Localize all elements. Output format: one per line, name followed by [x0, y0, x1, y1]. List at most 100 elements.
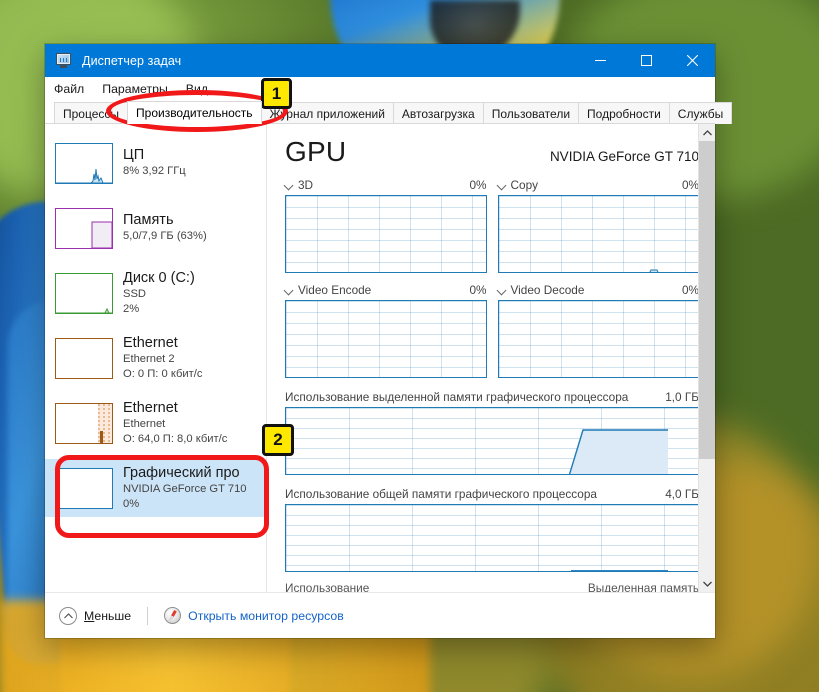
- engine-3d-graph: [285, 195, 487, 273]
- menu-item-file[interactable]: Файл: [54, 82, 84, 96]
- sidebar-item-title: Ethernet: [123, 334, 178, 351]
- open-resource-monitor-link[interactable]: Открыть монитор ресурсов: [164, 607, 344, 624]
- engine-video-decode-label: Video Decode 0%: [498, 283, 700, 297]
- tab-startup[interactable]: Автозагрузка: [392, 102, 484, 124]
- engine-copy: Copy 0%: [497, 178, 700, 273]
- scrollbar-thumb[interactable]: [699, 141, 715, 459]
- sidebar-item-sub2: О: 0 П: 0 кбит/с: [123, 367, 203, 380]
- content-area: ЦП 8% 3,92 ГГц Память 5,0/7,9 ГБ (63%) Д…: [45, 124, 715, 592]
- engine-video-decode: Video Decode 0%: [497, 283, 700, 378]
- scroll-up-arrow-icon[interactable]: [699, 124, 715, 141]
- engine-3d-label: 3D 0%: [285, 178, 487, 192]
- sidebar-item-text: ЦП 8% 3,92 ГГц: [123, 147, 186, 179]
- gpu-header: GPU NVIDIA GeForce GT 710: [285, 136, 699, 168]
- menu-item-options[interactable]: Параметры: [102, 82, 168, 96]
- tab-services[interactable]: Службы: [668, 102, 733, 124]
- engine-copy-graph: [497, 195, 699, 273]
- engine-video-encode-graph: [285, 300, 487, 378]
- sidebar-item-text: Диск 0 (C:) SSD 2%: [123, 270, 195, 316]
- sidebar-item-text: Ethernet Ethernet 2 О: 0 П: 0 кбит/с: [123, 335, 202, 381]
- tab-processes[interactable]: Процессы: [54, 102, 129, 124]
- axis-left-label: Использование: [285, 581, 370, 592]
- gpu-detail-panel: GPU NVIDIA GeForce GT 710 3D 0% Copy 0% …: [267, 124, 715, 592]
- sidebar-item-title: Графический про: [123, 464, 240, 481]
- close-button[interactable]: [669, 44, 715, 77]
- vertical-scrollbar[interactable]: [698, 124, 715, 592]
- dedicated-memory-max: 1,0 ГБ: [665, 390, 699, 404]
- chevron-down-icon[interactable]: [498, 286, 507, 295]
- title-bar: Диспетчер задач: [45, 44, 715, 77]
- sidebar-item-sub: Ethernet 2: [123, 352, 175, 365]
- sidebar-item-cpu[interactable]: ЦП 8% 3,92 ГГц: [45, 134, 266, 192]
- sidebar-item-gpu[interactable]: Графический про NVIDIA GeForce GT 710 0%: [45, 459, 266, 517]
- gpu-model-label: NVIDIA GeForce GT 710: [549, 149, 699, 164]
- axis-right-label: Выделенная память: [587, 581, 699, 592]
- shared-memory-graph: [285, 504, 699, 572]
- dedicated-memory-label-row: Использование выделенной памяти графичес…: [285, 390, 699, 404]
- tab-details[interactable]: Подробности: [578, 102, 670, 124]
- engine-video-decode-graph: [497, 300, 699, 378]
- gpu-mini-graph: [55, 467, 113, 509]
- sidebar-item-title: Память: [123, 212, 174, 229]
- engine-name: Copy: [510, 178, 539, 192]
- minimize-button[interactable]: [577, 44, 623, 77]
- window-title: Диспетчер задач: [82, 53, 182, 68]
- sidebar-item-text: Ethernet Ethernet О: 64,0 П: 8,0 кбит/с: [123, 400, 227, 446]
- engine-video-encode-label: Video Encode 0%: [285, 283, 487, 297]
- tab-strip: Процессы Производительность Журнал прило…: [45, 101, 733, 124]
- sidebar-item-title: ЦП: [123, 147, 145, 164]
- sidebar-item-title: Ethernet: [123, 399, 178, 416]
- chevron-down-icon[interactable]: [498, 181, 507, 190]
- engine-video-encode: Video Encode 0%: [285, 283, 487, 378]
- engine-name: Video Encode: [298, 283, 372, 297]
- cpu-mini-graph: [55, 142, 113, 184]
- engine-value: 0%: [469, 283, 487, 297]
- engine-value: 0%: [469, 178, 487, 192]
- engine-name: 3D: [298, 178, 314, 192]
- menu-item-view[interactable]: Вид: [186, 82, 208, 96]
- sidebar-item-sub2: 0%: [123, 497, 140, 510]
- chevron-up-icon: [59, 606, 77, 625]
- sidebar-item-disk[interactable]: Диск 0 (C:) SSD 2%: [45, 264, 266, 322]
- engine-3d: 3D 0%: [285, 178, 487, 273]
- open-resource-monitor-label: Открыть монитор ресурсов: [188, 608, 344, 623]
- sidebar-item-ethernet-2[interactable]: Ethernet Ethernet 2 О: 0 П: 0 кбит/с: [45, 329, 266, 387]
- sidebar-item-sub: SSD: [123, 287, 147, 300]
- annotation-badge-2: 2: [262, 424, 294, 456]
- engine-value: 0%: [681, 178, 699, 192]
- chevron-down-icon[interactable]: [285, 286, 294, 295]
- sidebar-item-sub: 8% 3,92 ГГц: [123, 165, 186, 178]
- engine-copy-label: Copy 0%: [498, 178, 700, 192]
- fewer-details-rest: еньше: [94, 608, 132, 623]
- dedicated-memory-graph: [285, 407, 699, 475]
- scroll-down-arrow-icon[interactable]: [699, 575, 715, 592]
- task-manager-icon: [55, 52, 73, 69]
- engine-name: Video Decode: [510, 283, 585, 297]
- sidebar-item-title: Диск 0 (C:): [123, 269, 195, 286]
- axis-caption-row: Использование Выделенная память: [285, 581, 699, 592]
- engine-row-1: 3D 0% Copy 0%: [285, 178, 699, 273]
- tab-users[interactable]: Пользователи: [482, 102, 580, 124]
- ethernet2-mini-graph: [55, 337, 113, 379]
- engine-value: 0%: [681, 283, 699, 297]
- sidebar-item-text: Память 5,0/7,9 ГБ (63%): [123, 212, 207, 244]
- sidebar-item-sub: 5,0/7,9 ГБ (63%): [123, 230, 207, 243]
- dedicated-memory-block: Использование выделенной памяти графичес…: [285, 390, 699, 475]
- sidebar-item-sub: NVIDIA GeForce GT 710: [123, 482, 247, 495]
- fewer-details-button[interactable]: Меньше: [59, 606, 132, 625]
- sidebar-item-sub2: 2%: [123, 302, 140, 315]
- shared-memory-label: Использование общей памяти графического …: [285, 487, 597, 501]
- chevron-down-icon[interactable]: [285, 181, 294, 190]
- window-controls: [577, 44, 715, 77]
- tab-performance[interactable]: Производительность: [127, 101, 262, 124]
- menu-bar: Файл Параметры Вид: [45, 77, 715, 101]
- sidebar-item-memory[interactable]: Память 5,0/7,9 ГБ (63%): [45, 199, 266, 257]
- resource-sidebar: ЦП 8% 3,92 ГГц Память 5,0/7,9 ГБ (63%) Д…: [45, 124, 267, 592]
- engine-row-2: Video Encode 0% Video Decode 0%: [285, 283, 699, 378]
- status-separator: [147, 606, 149, 625]
- sidebar-item-text: Графический про NVIDIA GeForce GT 710 0%: [123, 465, 247, 511]
- maximize-button[interactable]: [623, 44, 669, 77]
- disk-mini-graph: [55, 272, 113, 314]
- sidebar-item-ethernet[interactable]: Ethernet Ethernet О: 64,0 П: 8,0 кбит/с: [45, 394, 266, 452]
- sidebar-item-sub: Ethernet: [123, 417, 166, 430]
